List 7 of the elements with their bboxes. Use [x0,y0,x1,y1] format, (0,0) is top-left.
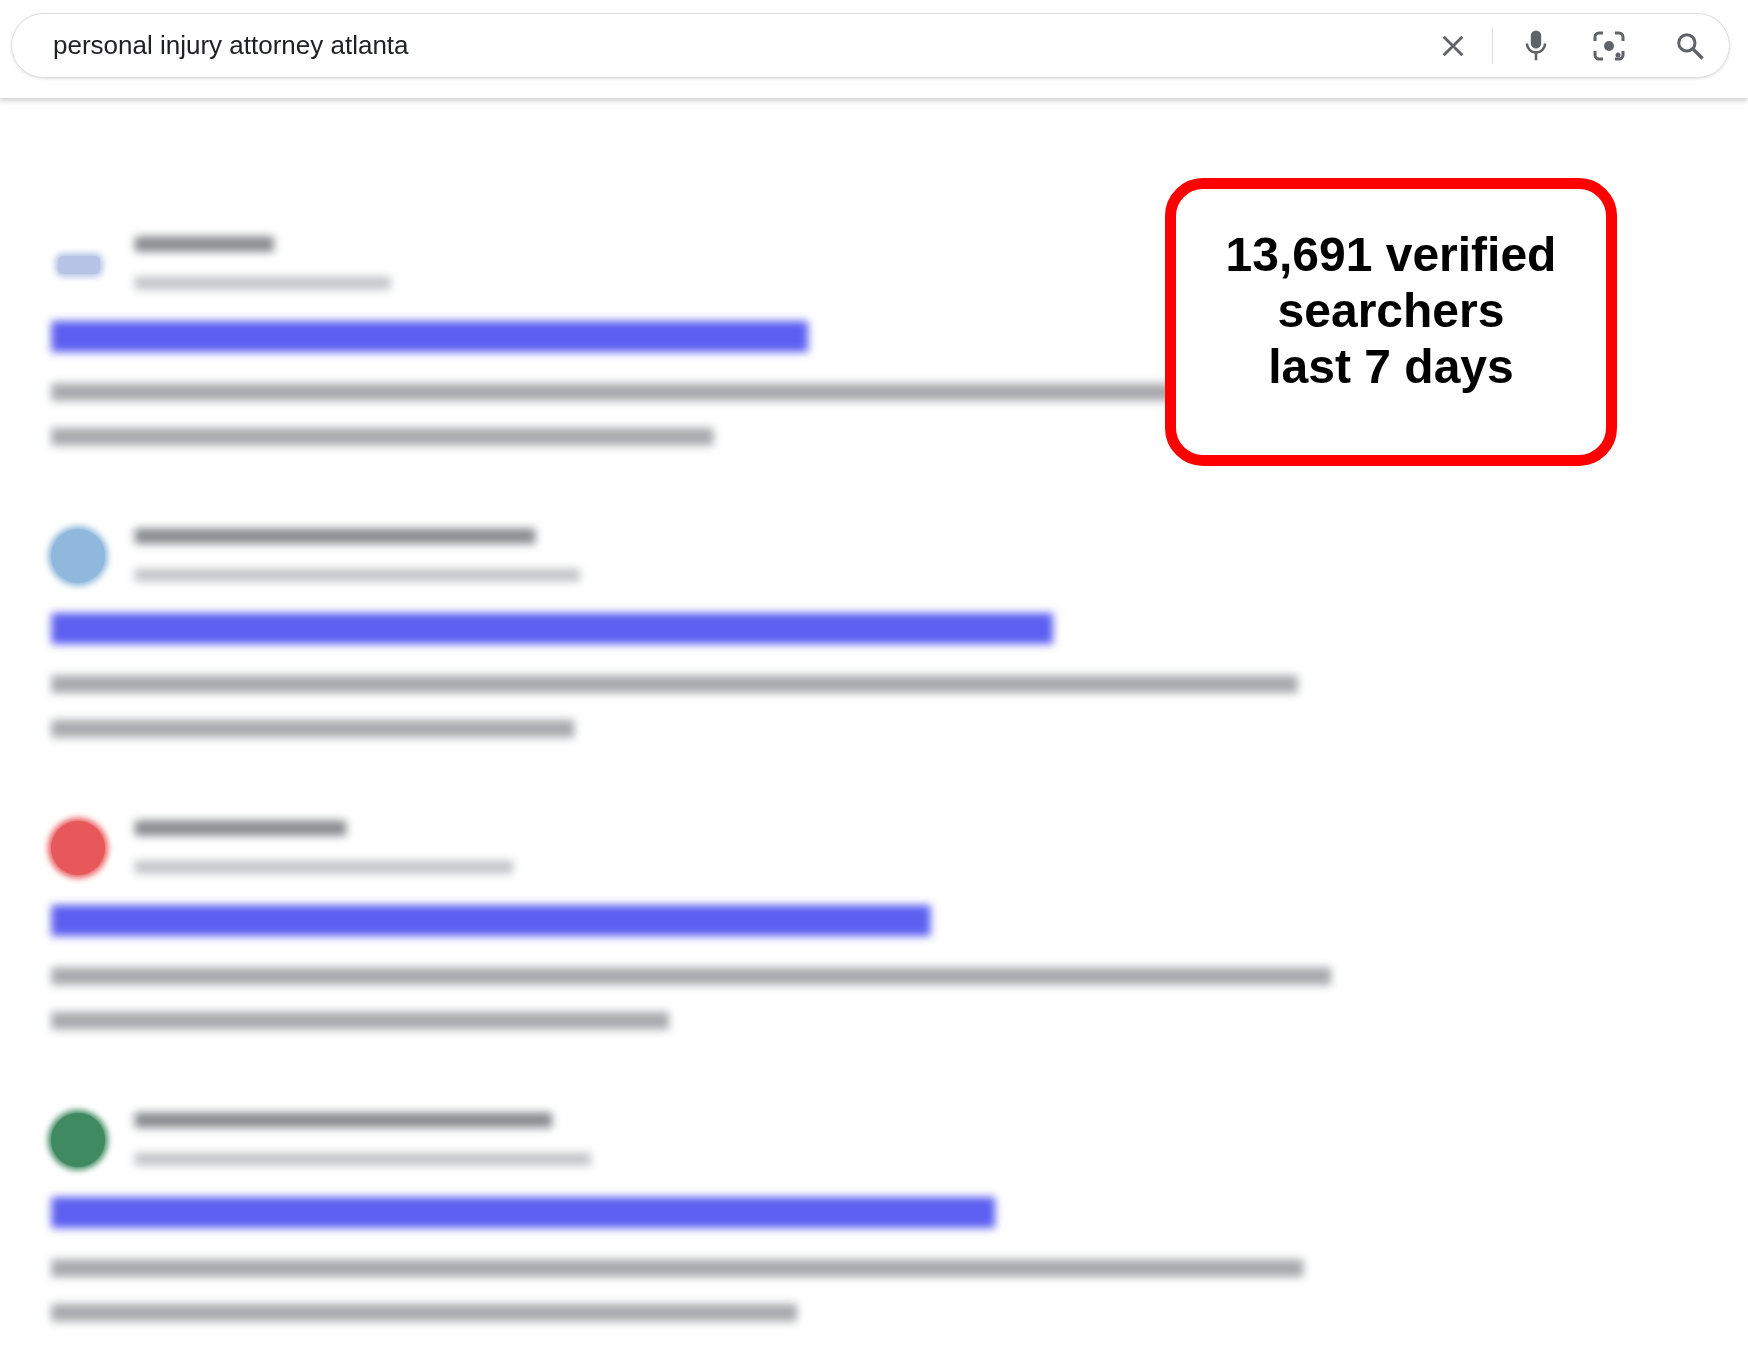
microphone-icon[interactable] [1523,28,1549,63]
callout-text: 13,691 verified [1225,227,1557,283]
search-field[interactable]: personal injury attorney atlanta [53,25,1439,66]
callout-text: last 7 days [1268,339,1514,395]
camera-icon[interactable] [1593,30,1625,61]
callout-text: searchers [1277,283,1505,339]
search-icon[interactable] [1675,30,1705,61]
